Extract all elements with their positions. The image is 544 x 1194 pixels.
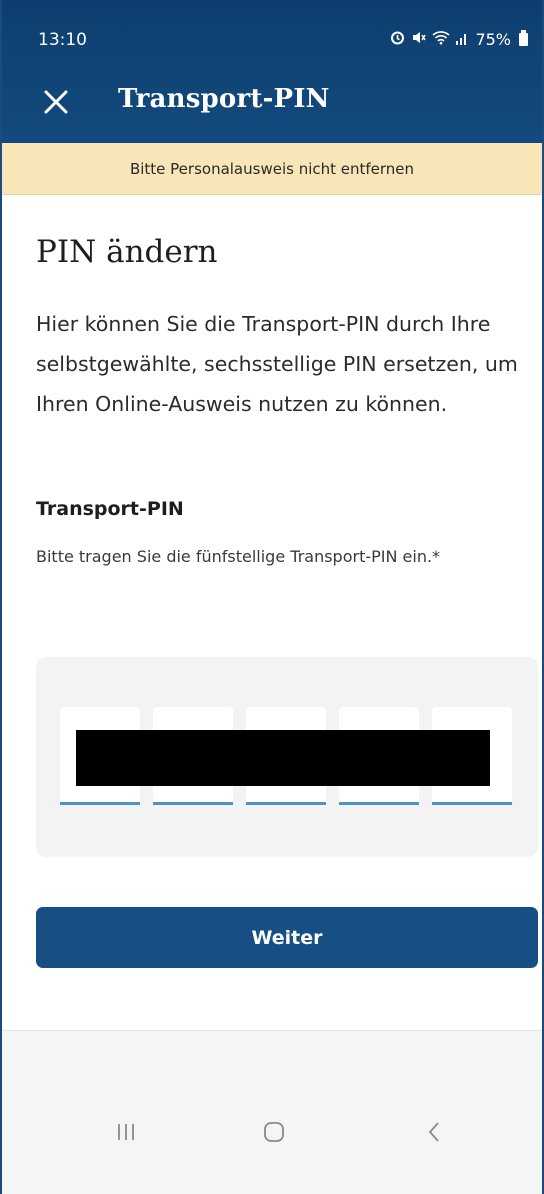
recent-apps-button[interactable] — [106, 1114, 146, 1150]
system-nav-bar — [2, 1100, 542, 1160]
battery-percent: 75% — [475, 30, 511, 49]
back-icon — [428, 1122, 439, 1142]
alarm-icon — [390, 30, 405, 49]
pin-input-group — [36, 657, 538, 857]
page-title: PIN ändern — [36, 234, 218, 270]
status-time: 13:10 — [38, 30, 87, 50]
pin-field-hint: Bitte tragen Sie die fünfstellige Transp… — [36, 547, 441, 566]
redaction-bar — [76, 730, 490, 786]
close-button[interactable] — [36, 82, 76, 122]
intro-text: Hier können Sie die Transport-PIN durch … — [36, 312, 518, 416]
recent-apps-icon — [118, 1124, 134, 1140]
battery-icon — [519, 30, 528, 46]
weiter-button[interactable]: Weiter — [36, 907, 538, 968]
notice-banner: Bitte Personalausweis nicht entfernen — [2, 143, 542, 195]
signal-icon — [456, 30, 469, 49]
status-icons: 75% — [390, 30, 528, 49]
pin-field-label: Transport-PIN — [36, 498, 184, 520]
app-screen: 13:10 75% Transport-PIN Bitte Personalau… — [0, 0, 544, 1194]
wifi-icon — [432, 30, 450, 49]
back-button[interactable] — [414, 1114, 454, 1150]
notice-text: Bitte Personalausweis nicht entfernen — [129, 159, 415, 178]
app-title: Transport-PIN — [118, 84, 330, 114]
status-bar: 13:10 75% — [2, 0, 542, 78]
header: 13:10 75% Transport-PIN — [2, 0, 542, 143]
app-bar: Transport-PIN — [2, 78, 542, 143]
close-icon — [44, 90, 68, 114]
mute-icon — [411, 30, 427, 49]
home-icon — [264, 1122, 284, 1142]
home-button[interactable] — [254, 1114, 294, 1150]
